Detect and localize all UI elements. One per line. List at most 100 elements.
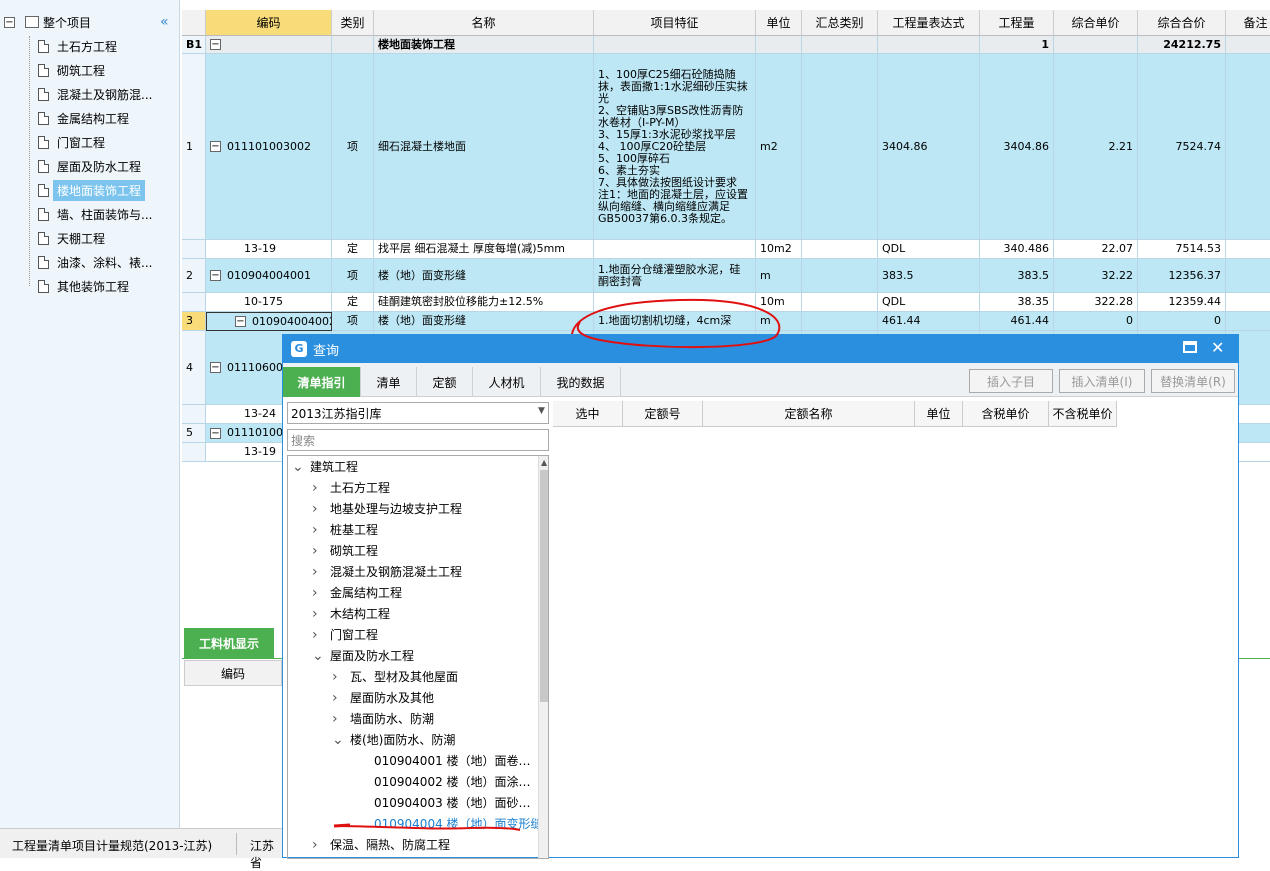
feature-cell[interactable]: 1、100厚C25细石砼随捣随抹，表面撒1:1水泥细砂压实抹光 2、空铺贴3厚S… [594,54,756,240]
feature-cell[interactable]: 1.地面切割机切缝，4cm深 [594,312,756,331]
expr-cell[interactable]: 383.5 [878,259,980,293]
empty-cell[interactable] [1226,312,1270,331]
guide-tree-node[interactable]: ⌄ 建筑工程 [292,456,358,477]
result-header[interactable]: 选中 [553,401,623,427]
grid-header[interactable]: 名称 [374,10,594,36]
unit-cell[interactable]: m [756,312,802,331]
grid-header[interactable]: 备注 [1226,10,1270,36]
chevron-right-icon[interactable]: › [312,480,326,496]
type-cell[interactable]: 项 [332,259,374,293]
chevron-right-icon[interactable]: › [312,543,326,559]
guide-tree-node[interactable]: 010904001 楼（地）面卷… [352,750,531,771]
result-header[interactable]: 单位 [915,401,963,427]
guide-tree-node[interactable]: 010904003 楼（地）面砂… [352,792,531,813]
search-input[interactable]: 搜索 [287,429,549,451]
collapse-icon[interactable]: − [4,16,15,28]
sidebar-item[interactable]: 金属结构工程 [24,107,129,129]
feature-cell[interactable]: 1.地面分仓缝灌塑胶水泥，硅酮密封膏 [594,259,756,293]
guide-tree-node[interactable]: ⌄ 屋面及防水工程 [312,645,414,666]
total-cell[interactable]: 7524.74 [1138,54,1226,240]
code-cell[interactable]: −010904004002 [206,312,332,331]
price-cell[interactable]: 22.07 [1054,240,1138,259]
chevron-right-icon[interactable]: › [332,690,346,706]
unit-cell[interactable]: m [756,259,802,293]
result-header[interactable]: 定额号 [623,401,703,427]
row-number[interactable] [182,240,206,259]
expr-cell[interactable]: 461.44 [878,312,980,331]
empty-cell[interactable] [802,312,878,331]
sidebar-item[interactable]: 混凝土及钢筋混... [24,83,152,105]
sidebar-item[interactable]: 其他装饰工程 [24,275,129,297]
price-cell[interactable]: 32.22 [1054,259,1138,293]
tab-list-guide[interactable]: 清单指引 [283,367,361,397]
empty-cell[interactable] [1226,259,1270,293]
dropdown-arrow-icon[interactable]: ▼ [538,406,545,416]
tab-my-data[interactable]: 我的数据 [541,367,621,397]
chevron-right-icon[interactable]: › [332,711,346,727]
table-row[interactable]: 10-175 定硅酮建筑密封胶位移能力±12.5% 10m QDL 38.35 322.2… [182,293,1270,312]
guide-tree-node[interactable]: › 屋面防水及其他 [332,687,434,708]
grid-header[interactable]: 类别 [332,10,374,36]
guide-tree-node[interactable]: 010904002 楼（地）面涂… [352,771,531,792]
guide-tree-node[interactable]: 010904004 楼（地）面变形缝 [352,813,543,834]
row-number[interactable] [182,405,206,424]
insert-subitem-button[interactable]: 插入子目 [969,369,1053,393]
table-row[interactable]: 13-19 定找平层 细石混凝土 厚度每增(减)5mm 10m2 QDL 340.486… [182,240,1270,259]
guide-tree-node[interactable]: › 砌筑工程 [312,540,378,561]
type-cell[interactable]: 项 [332,312,374,331]
qty-cell[interactable]: 1 [980,36,1054,54]
table-row[interactable]: 2−010904004001 项楼（地）面变形缝 1.地面分仓缝灌塑胶水泥，硅酮密封… [182,259,1270,293]
name-cell[interactable]: 硅酮建筑密封胶位移能力±12.5% [374,293,594,312]
table-row[interactable]: 3−010904004002 项楼（地）面变形缝 1.地面切割机切缝，4cm深 m 46… [182,312,1270,331]
qty-cell[interactable]: 3404.86 [980,54,1054,240]
grid-header[interactable]: 工程量表达式 [878,10,980,36]
unit-cell[interactable]: 10m [756,293,802,312]
chevron-right-icon[interactable]: › [332,669,346,685]
type-cell[interactable] [332,36,374,54]
qty-cell[interactable]: 38.35 [980,293,1054,312]
material-display-tab[interactable]: 工料机显示 [184,628,274,658]
grid-header[interactable]: 单位 [756,10,802,36]
price-cell[interactable]: 0 [1054,312,1138,331]
sidebar-item[interactable]: 油漆、涂料、裱... [24,251,152,273]
type-cell[interactable]: 定 [332,240,374,259]
name-cell[interactable]: 找平层 细石混凝土 厚度每增(减)5mm [374,240,594,259]
collapse-icon[interactable]: − [210,39,221,50]
price-cell[interactable] [1054,36,1138,54]
row-number[interactable]: 5 [182,424,206,443]
sidebar-item[interactable]: 天棚工程 [24,227,105,249]
sidebar-item[interactable]: 楼地面装饰工程 [24,179,146,201]
total-cell[interactable]: 12359.44 [1138,293,1226,312]
scroll-up-icon[interactable]: ▲ [541,458,547,467]
feature-cell[interactable] [594,36,756,54]
expr-cell[interactable]: 3404.86 [878,54,980,240]
code-cell[interactable]: 13-19 [206,240,332,259]
total-cell[interactable]: 0 [1138,312,1226,331]
sidebar-item[interactable]: 屋面及防水工程 [24,155,141,177]
total-cell[interactable]: 7514.53 [1138,240,1226,259]
total-cell[interactable]: 24212.75 [1138,36,1226,54]
row-number[interactable]: 2 [182,259,206,293]
total-cell[interactable]: 12356.37 [1138,259,1226,293]
chevron-right-icon[interactable]: › [312,627,326,643]
tab-list[interactable]: 清单 [361,367,417,397]
feature-cell[interactable] [594,293,756,312]
chevron-right-icon[interactable]: › [312,837,326,853]
unit-cell[interactable]: 10m2 [756,240,802,259]
empty-cell[interactable] [1226,240,1270,259]
table-row[interactable]: B1− 楼地面装饰工程 1 24212.75 [182,36,1270,54]
empty-cell[interactable] [1226,36,1270,54]
row-number[interactable] [182,443,206,462]
row-number[interactable] [182,293,206,312]
name-cell[interactable]: 楼地面装饰工程 [374,36,594,54]
grid-header[interactable]: 项目特征 [594,10,756,36]
code-cell[interactable]: −010904004001 [206,259,332,293]
tab-quota[interactable]: 定额 [417,367,473,397]
name-cell[interactable]: 楼（地）面变形缝 [374,259,594,293]
sidebar-item[interactable]: 门窗工程 [24,131,105,153]
tree-scrollbar[interactable]: ▲ [538,456,548,858]
chevron-right-icon[interactable]: › [312,585,326,601]
collapse-icon[interactable]: − [210,141,221,152]
guide-tree-node[interactable]: › 地基处理与边坡支护工程 [312,498,462,519]
maximize-icon[interactable] [1183,341,1197,353]
